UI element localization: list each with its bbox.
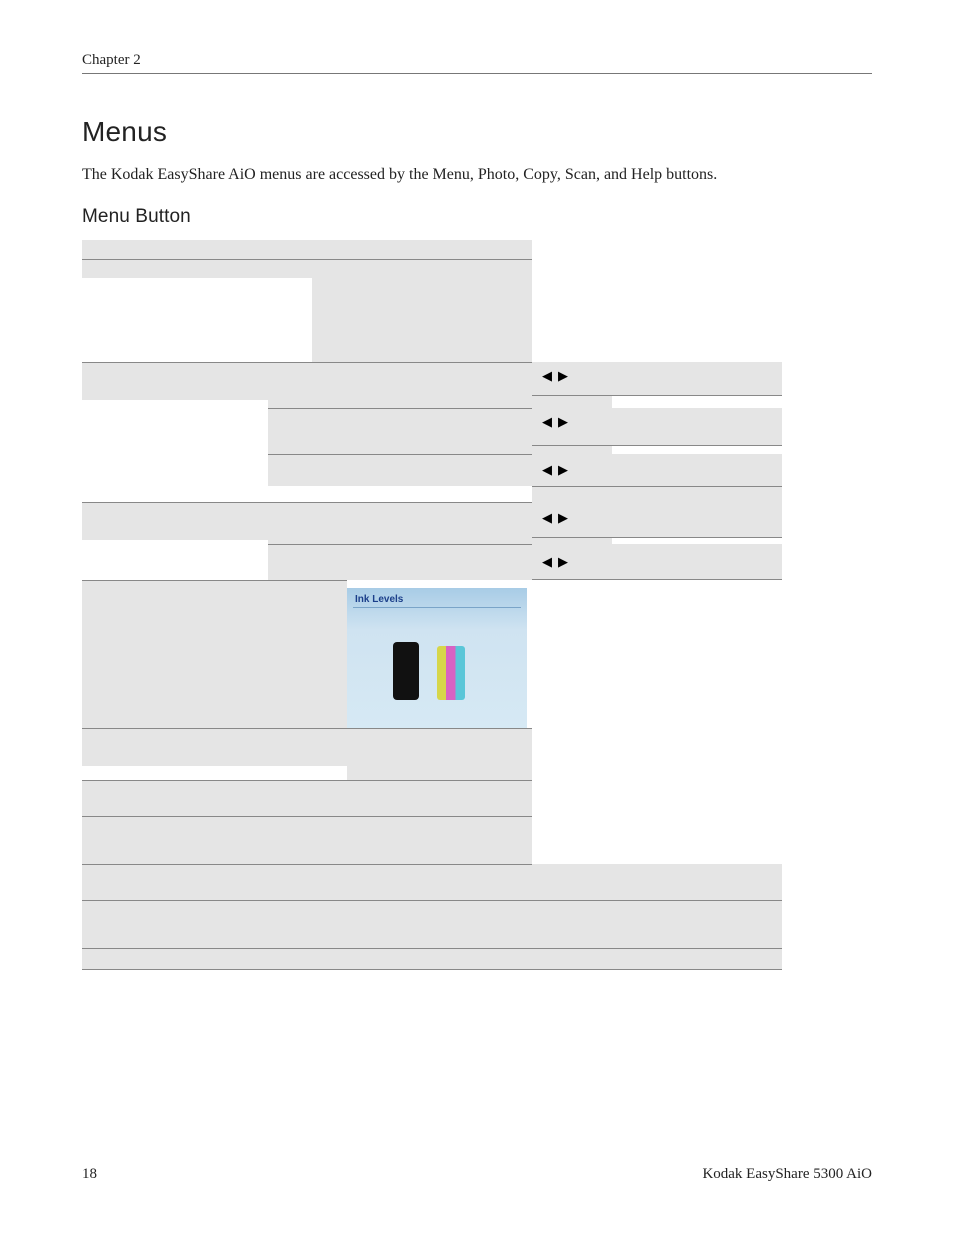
black-cartridge-icon	[393, 642, 419, 700]
ink-cartridges-graphic	[347, 614, 527, 714]
ink-levels-divider	[353, 607, 521, 608]
ink-levels-screenshot: Ink Levels	[347, 588, 527, 728]
page-number: 18	[82, 1166, 97, 1183]
diagram-block	[82, 598, 347, 728]
diagram-block	[312, 260, 532, 362]
product-name: Kodak EasyShare 5300 AiO	[702, 1166, 872, 1183]
diagram-block	[268, 408, 532, 438]
diagram-block	[532, 396, 612, 408]
nav-arrows-icon: ◀▶	[542, 462, 574, 478]
diagram-block	[82, 864, 532, 900]
menu-tree-diagram: ◀▶ ◀▶ ◀▶ ◀▶ ◀▶ Ink Levels	[82, 240, 872, 1000]
diagram-block	[82, 580, 347, 598]
diagram-block	[82, 948, 782, 970]
diagram-block	[347, 748, 532, 780]
diagram-block	[82, 900, 782, 948]
diagram-block	[82, 816, 532, 834]
diagram-block	[272, 798, 532, 816]
diagram-block	[532, 486, 782, 502]
section-title: Menus	[82, 116, 872, 148]
diagram-block	[268, 454, 532, 486]
diagram-block	[268, 544, 532, 580]
nav-arrows-icon: ◀▶	[542, 554, 574, 570]
diagram-block	[82, 240, 532, 260]
chapter-header: Chapter 2	[82, 52, 872, 74]
page-footer: 18 Kodak EasyShare 5300 AiO	[82, 1166, 872, 1183]
diagram-block	[532, 446, 612, 454]
page-container: Chapter 2 Menus The Kodak EasyShare AiO …	[0, 0, 954, 1235]
intro-paragraph: The Kodak EasyShare AiO menus are access…	[82, 166, 872, 184]
diagram-block	[268, 438, 532, 454]
diagram-block	[268, 382, 532, 408]
diagram-block	[82, 260, 312, 278]
nav-arrows-icon: ◀▶	[542, 510, 574, 526]
diagram-block	[82, 798, 272, 816]
diagram-block	[532, 864, 782, 900]
color-cartridge-icon	[437, 646, 465, 700]
diagram-block	[82, 502, 532, 522]
diagram-block	[82, 748, 347, 766]
nav-arrows-icon: ◀▶	[542, 368, 574, 384]
diagram-block	[82, 728, 532, 748]
diagram-block	[82, 834, 532, 864]
subsection-title: Menu Button	[82, 206, 872, 228]
diagram-block	[268, 522, 532, 544]
diagram-block	[82, 362, 532, 382]
diagram-block	[82, 780, 532, 798]
ink-levels-label: Ink Levels	[347, 588, 527, 607]
diagram-block	[82, 522, 268, 540]
nav-arrows-icon: ◀▶	[542, 414, 574, 430]
diagram-block	[82, 382, 268, 400]
